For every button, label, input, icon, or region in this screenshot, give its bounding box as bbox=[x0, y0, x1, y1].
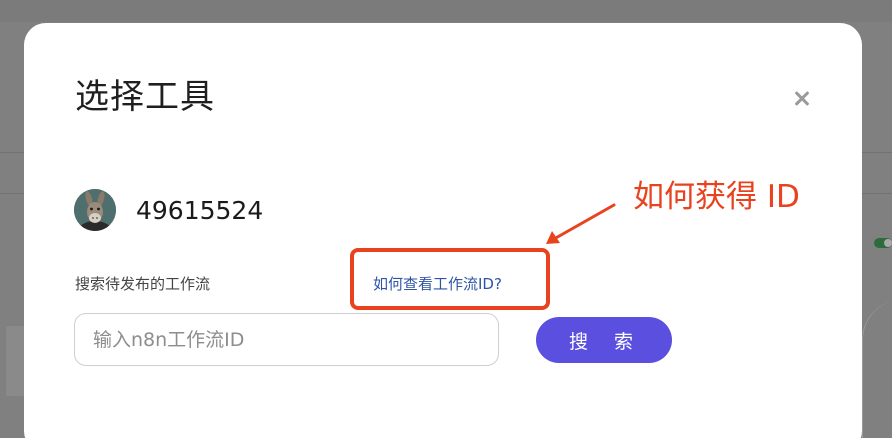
annotation-label: 如何获得 ID bbox=[633, 179, 800, 215]
user-avatar bbox=[74, 189, 116, 231]
annotation-highlight-box bbox=[350, 248, 550, 310]
background-connection-line bbox=[862, 300, 892, 438]
select-tool-dialog: 选择工具 49615524 搜索待发布的工作流 如何查看工作流ID? 搜 索 bbox=[24, 23, 862, 438]
background-node-card bbox=[6, 326, 24, 396]
background-topbar bbox=[0, 0, 892, 22]
user-id: 49615524 bbox=[136, 196, 264, 225]
donkey-avatar-icon bbox=[74, 189, 116, 231]
close-icon[interactable] bbox=[790, 87, 814, 111]
background-toggle-knob bbox=[884, 239, 892, 247]
workflow-id-input[interactable] bbox=[74, 313, 499, 366]
dialog-title: 选择工具 bbox=[75, 77, 215, 117]
search-button[interactable]: 搜 索 bbox=[536, 317, 672, 363]
annotation-arrow-icon bbox=[546, 203, 616, 244]
search-label: 搜索待发布的工作流 bbox=[75, 275, 211, 293]
